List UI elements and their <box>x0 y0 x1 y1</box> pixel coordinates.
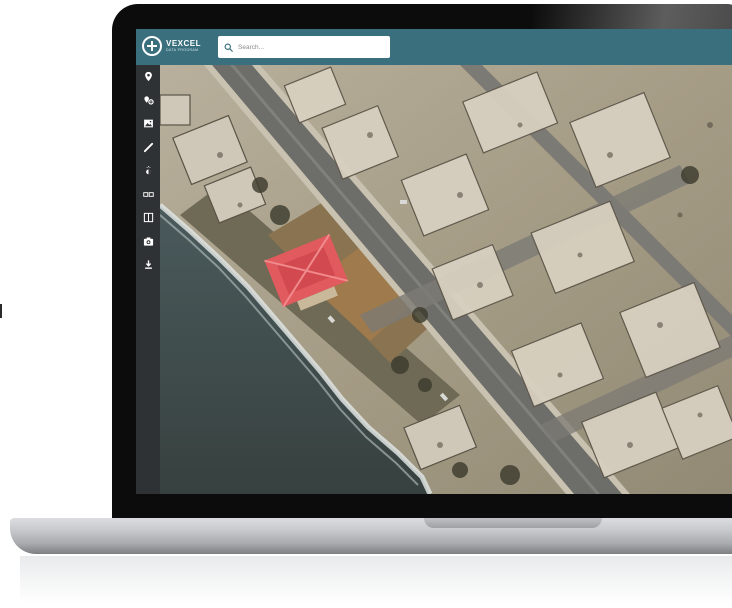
location-pin-button[interactable] <box>136 65 160 89</box>
lid-reflection <box>532 4 732 32</box>
compare-icon <box>142 191 154 197</box>
globe-logo-icon <box>142 36 162 56</box>
measure-ruler-icon <box>143 142 153 152</box>
search-icon <box>224 43 233 52</box>
tool-sidebar <box>136 65 160 494</box>
laptop-base <box>10 518 732 554</box>
aerial-map-view[interactable] <box>160 65 732 494</box>
compare-button[interactable] <box>136 183 160 207</box>
aerial-imagery <box>160 65 732 494</box>
split-view-icon <box>143 213 153 223</box>
top-bar: VEXCEL DATA PROGRAM Search... <box>136 29 732 65</box>
measure-button[interactable] <box>136 136 160 160</box>
vexcel-logo[interactable]: VEXCEL DATA PROGRAM <box>142 36 201 56</box>
app-screen: VEXCEL DATA PROGRAM Search... <box>136 29 732 494</box>
location-pin-icon <box>144 72 152 82</box>
download-icon <box>144 260 152 270</box>
search-placeholder: Search... <box>238 43 265 51</box>
search-input[interactable]: Search... <box>218 36 390 58</box>
screenshot-button[interactable] <box>136 230 160 254</box>
page-edge-marker <box>0 304 2 318</box>
brightness-icon <box>145 166 151 175</box>
brightness-button[interactable] <box>136 159 160 183</box>
brand-subtitle: DATA PROGRAM <box>166 47 199 52</box>
download-button[interactable] <box>136 253 160 277</box>
image-layer-button[interactable] <box>136 112 160 136</box>
laptop-notch <box>424 518 602 528</box>
camera-icon <box>143 237 153 246</box>
laptop-reflection <box>20 556 732 604</box>
brand-name: VEXCEL <box>166 38 202 48</box>
location-settings-icon <box>143 96 154 105</box>
split-view-button[interactable] <box>136 206 160 230</box>
image-layer-icon <box>143 119 153 128</box>
location-settings-button[interactable] <box>136 89 160 113</box>
